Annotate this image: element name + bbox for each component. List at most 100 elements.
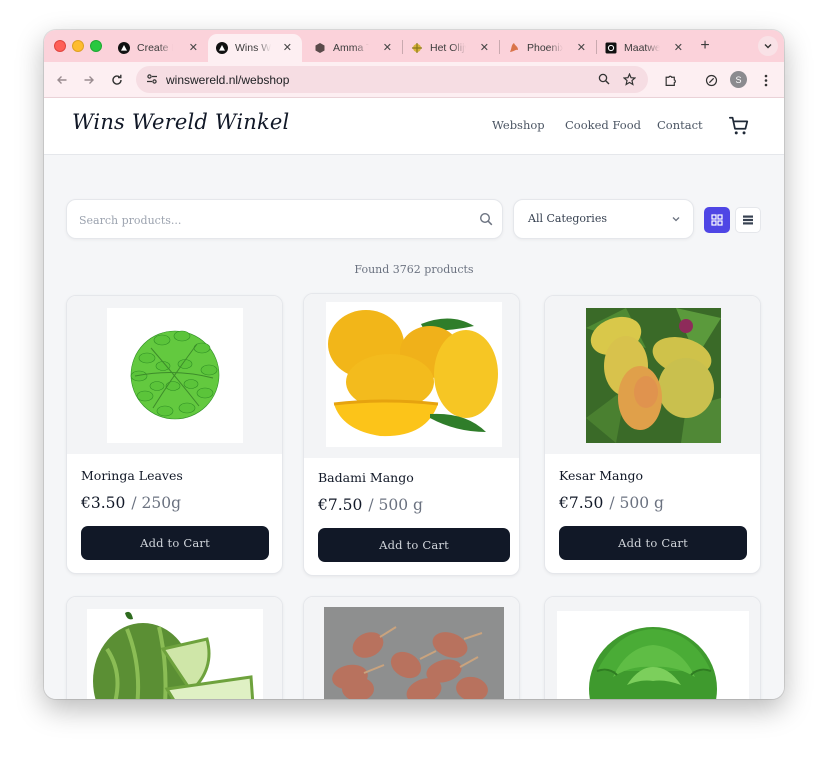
results-count: Found 3762 products — [354, 263, 474, 276]
price-value: €7.50 — [559, 494, 604, 512]
arrow-right-icon — [84, 76, 94, 84]
list-icon — [743, 215, 753, 225]
tab-het-olijvu[interactable]: Het Olijvu ✕ — [403, 34, 499, 62]
tab-strip: Create Ne ✕ Wins Wer ✕ Amma Ta ✕ Het Oli… — [44, 30, 784, 62]
url-text: winswereld.nl/webshop — [166, 72, 290, 87]
back-button[interactable] — [52, 70, 72, 90]
vercel-icon — [118, 42, 130, 54]
product-price: €3.50 / 250g — [81, 494, 181, 512]
nav-webshop[interactable]: Webshop — [492, 118, 545, 132]
product-image-area — [67, 296, 282, 454]
close-window-button[interactable] — [54, 40, 66, 52]
chevron-down-icon — [672, 217, 680, 222]
close-tab-icon[interactable]: ✕ — [189, 42, 198, 54]
extensions-button[interactable] — [660, 70, 680, 90]
tab-maatwerk[interactable]: Maatwerk ✕ — [597, 34, 693, 62]
close-tab-icon[interactable]: ✕ — [577, 42, 586, 54]
site-logo[interactable]: Wins Wereld Winkel — [72, 110, 289, 134]
product-image-area — [304, 294, 519, 458]
webshop-content: All Categories Found 3762 products — [44, 155, 784, 699]
product-card: Badami Mango €7.50 / 500 g Add to Cart — [303, 293, 520, 576]
search-input[interactable] — [79, 210, 459, 230]
hexagon-icon — [314, 42, 326, 54]
search-icon[interactable] — [479, 212, 493, 226]
chevron-down-icon — [764, 44, 772, 49]
product-price: €7.50 / 500 g — [318, 496, 423, 514]
profile-avatar[interactable]: S — [730, 71, 747, 88]
forward-button[interactable] — [79, 70, 99, 90]
product-image-area — [67, 597, 282, 699]
cart-button[interactable] — [728, 115, 750, 137]
product-image-area — [545, 296, 760, 454]
puzzle-icon — [665, 75, 676, 86]
nav-contact[interactable]: Contact — [657, 118, 703, 132]
tab-phoenix[interactable]: Phoenix I ✕ — [500, 34, 596, 62]
site-settings-icon[interactable] — [144, 71, 160, 87]
close-tab-icon[interactable]: ✕ — [283, 42, 292, 54]
product-image[interactable] — [586, 308, 721, 443]
grid-view-button[interactable] — [704, 207, 730, 233]
arrow-left-icon — [57, 76, 67, 84]
product-name[interactable]: Badami Mango — [318, 470, 414, 485]
browser-menu-button[interactable] — [756, 70, 776, 90]
close-tab-icon[interactable]: ✕ — [480, 42, 489, 54]
maximize-window-button[interactable] — [90, 40, 102, 52]
tab-amma-ta[interactable]: Amma Ta ✕ — [306, 34, 402, 62]
price-value: €7.50 — [318, 496, 363, 514]
product-price: €7.50 / 500 g — [559, 494, 664, 512]
product-card — [66, 596, 283, 699]
minimize-window-button[interactable] — [72, 40, 84, 52]
zoom-icon[interactable] — [596, 71, 612, 87]
nav-cooked-food[interactable]: Cooked Food — [565, 118, 641, 132]
phoenix-icon — [508, 42, 520, 54]
add-to-cart-button[interactable]: Add to Cart — [318, 528, 510, 562]
price-value: €3.50 — [81, 494, 126, 512]
shopping-cart-icon — [728, 116, 749, 135]
dark-square-icon — [605, 42, 617, 54]
category-select[interactable]: All Categories — [513, 199, 694, 239]
product-card: Kesar Mango €7.50 / 500 g Add to Cart — [544, 295, 761, 574]
kebab-menu-icon — [764, 74, 768, 86]
tab-title: Wins Wer — [235, 42, 271, 54]
tab-title: Amma Ta — [333, 42, 369, 54]
tab-create-ne[interactable]: Create Ne ✕ — [110, 34, 208, 62]
product-image-area — [304, 597, 519, 699]
product-image[interactable] — [557, 611, 749, 699]
vercel-icon — [216, 42, 228, 54]
search-box — [66, 199, 503, 239]
price-unit: / 500 g — [368, 496, 423, 514]
product-card — [544, 596, 761, 699]
browser-toolbar: winswereld.nl/webshop S — [44, 62, 784, 98]
bookmark-star-icon[interactable] — [621, 71, 637, 87]
product-image[interactable] — [326, 302, 502, 447]
performance-button[interactable] — [701, 70, 721, 90]
add-to-cart-button[interactable]: Add to Cart — [81, 526, 269, 560]
price-unit: / 500 g — [609, 494, 664, 512]
reload-icon — [112, 74, 122, 85]
close-tab-icon[interactable]: ✕ — [674, 42, 683, 54]
tab-title: Maatwerk — [624, 42, 660, 54]
product-image[interactable] — [87, 609, 263, 699]
tab-search-button[interactable] — [758, 36, 778, 56]
product-card: Moringa Leaves €3.50 / 250g Add to Cart — [66, 295, 283, 574]
tab-wins-wereld[interactable]: Wins Wer ✕ — [208, 34, 302, 62]
site-header: Wins Wereld Winkel Webshop Cooked Food C… — [44, 98, 784, 155]
product-image[interactable] — [324, 607, 504, 699]
product-name[interactable]: Kesar Mango — [559, 468, 643, 483]
tab-title: Het Olijvu — [430, 42, 466, 54]
add-to-cart-button[interactable]: Add to Cart — [559, 526, 747, 560]
speedometer-icon — [705, 74, 717, 86]
category-select-value: All Categories — [528, 212, 607, 225]
reload-button[interactable] — [107, 70, 127, 90]
tab-title: Phoenix I — [527, 42, 563, 54]
tab-title: Create Ne — [137, 42, 173, 54]
product-image[interactable] — [107, 308, 243, 443]
product-card — [303, 596, 520, 699]
browser-window: Create Ne ✕ Wins Wer ✕ Amma Ta ✕ Het Oli… — [44, 30, 784, 699]
product-name[interactable]: Moringa Leaves — [81, 468, 183, 483]
new-tab-button[interactable]: + — [696, 37, 714, 55]
list-view-button[interactable] — [735, 207, 761, 233]
product-image-area — [545, 597, 760, 699]
address-bar[interactable]: winswereld.nl/webshop — [136, 66, 648, 93]
close-tab-icon[interactable]: ✕ — [383, 42, 392, 54]
